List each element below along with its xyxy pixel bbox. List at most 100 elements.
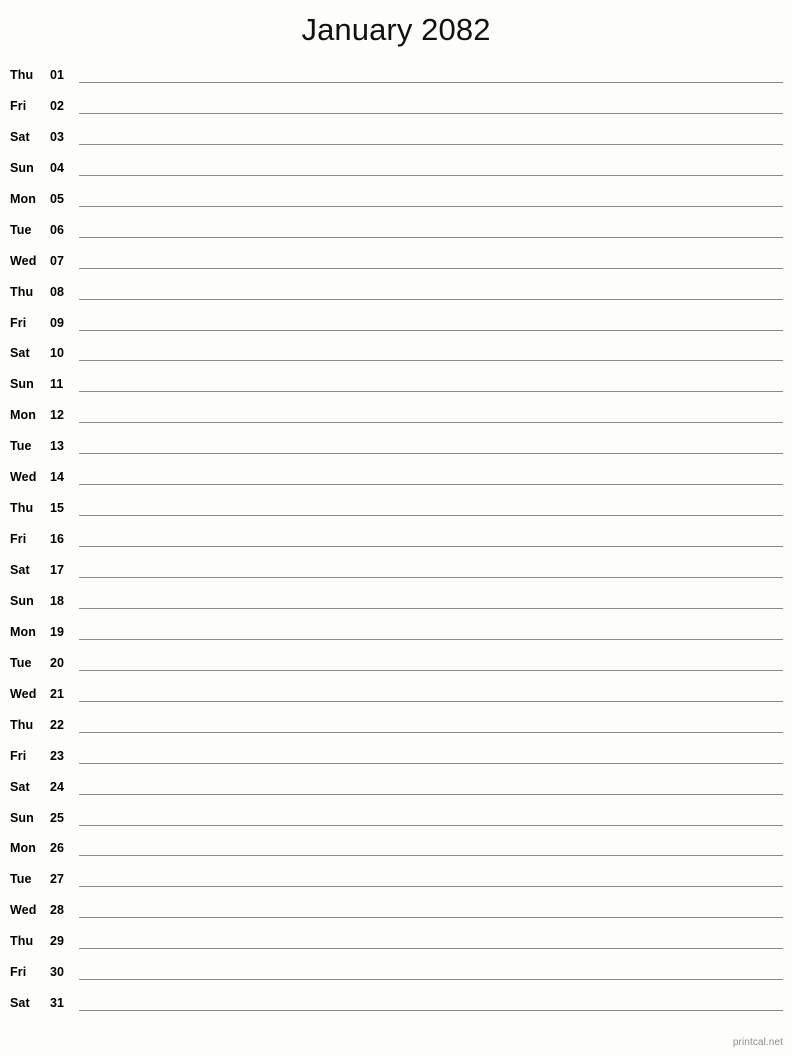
note-write-line[interactable] bbox=[79, 886, 783, 888]
day-number-label: 28 bbox=[50, 903, 65, 918]
note-write-line[interactable] bbox=[79, 205, 783, 207]
day-number-label: 03 bbox=[50, 129, 65, 144]
day-of-week-label: Sun bbox=[10, 593, 34, 608]
day-row: Mon 26 bbox=[0, 835, 792, 866]
day-row: Sat 24 bbox=[0, 774, 792, 805]
note-write-line[interactable] bbox=[79, 391, 783, 393]
day-number-label: 22 bbox=[50, 717, 65, 732]
day-row: Fri 23 bbox=[0, 743, 792, 774]
day-number-label: 30 bbox=[50, 965, 65, 980]
note-write-line[interactable] bbox=[79, 577, 783, 578]
day-of-week-label: Thu bbox=[10, 501, 34, 516]
note-write-line[interactable] bbox=[79, 422, 783, 424]
note-write-line[interactable] bbox=[79, 669, 783, 671]
day-number-label: 19 bbox=[50, 624, 65, 639]
day-of-week-label: Sat bbox=[10, 129, 30, 144]
note-write-line[interactable] bbox=[79, 298, 783, 300]
day-row: Tue 06 bbox=[0, 217, 792, 248]
day-of-week-label: Sat bbox=[10, 346, 30, 361]
note-write-line[interactable] bbox=[79, 979, 783, 981]
note-write-line[interactable] bbox=[79, 360, 783, 362]
day-row: Fri 16 bbox=[0, 526, 792, 557]
day-number-label: 13 bbox=[50, 439, 65, 454]
day-number-label: 10 bbox=[50, 346, 65, 361]
footer-attribution: printcal.net bbox=[732, 1037, 783, 1048]
day-row: Sat 03 bbox=[0, 124, 792, 155]
note-write-line[interactable] bbox=[79, 453, 783, 455]
day-number-label: 16 bbox=[50, 532, 65, 547]
note-write-line[interactable] bbox=[79, 515, 783, 517]
note-write-line[interactable] bbox=[79, 143, 783, 145]
note-write-line[interactable] bbox=[79, 793, 783, 795]
day-number-label: 12 bbox=[50, 408, 65, 423]
day-of-week-label: Tue bbox=[10, 655, 32, 670]
day-number-label: 09 bbox=[50, 315, 65, 330]
day-number-label: 31 bbox=[50, 996, 65, 1011]
day-row: Thu 29 bbox=[0, 928, 792, 959]
day-row: Sun 11 bbox=[0, 371, 792, 402]
day-row: Wed 14 bbox=[0, 464, 792, 495]
note-write-line[interactable] bbox=[79, 948, 783, 950]
day-row: Sat 17 bbox=[0, 557, 792, 588]
day-row: Tue 27 bbox=[0, 866, 792, 897]
note-write-line[interactable] bbox=[79, 731, 783, 733]
calendar-page: January 2082 Thu 01 Fri 02 Sat 03 Sun 04 Mon 05 Tu… bbox=[0, 0, 792, 1056]
day-of-week-label: Sat bbox=[10, 563, 30, 577]
note-write-line[interactable] bbox=[79, 607, 783, 609]
day-of-week-label: Fri bbox=[10, 532, 27, 547]
day-number-label: 24 bbox=[50, 779, 65, 794]
day-of-week-label: Mon bbox=[10, 408, 36, 423]
note-write-line[interactable] bbox=[79, 855, 783, 857]
day-row: Thu 22 bbox=[0, 712, 792, 743]
note-write-line[interactable] bbox=[79, 638, 783, 640]
note-write-line[interactable] bbox=[79, 917, 783, 919]
day-row: Tue 20 bbox=[0, 650, 792, 681]
day-number-label: 08 bbox=[50, 284, 65, 299]
day-number-label: 21 bbox=[50, 686, 65, 701]
note-write-line[interactable] bbox=[79, 112, 783, 114]
day-row: Mon 19 bbox=[0, 619, 792, 650]
day-row: Tue 13 bbox=[0, 433, 792, 464]
note-write-line[interactable] bbox=[79, 329, 783, 331]
day-of-week-label: Wed bbox=[10, 686, 37, 701]
day-row: Sun 25 bbox=[0, 805, 792, 836]
day-number-label: 23 bbox=[50, 748, 65, 763]
note-write-line[interactable] bbox=[79, 174, 783, 176]
day-number-label: 15 bbox=[50, 501, 65, 516]
day-row: Fri 02 bbox=[0, 93, 792, 124]
day-row: Sat 10 bbox=[0, 340, 792, 371]
day-rows-list: Thu 01 Fri 02 Sat 03 Sun 04 Mon 05 Tue 06 Wed 07 Thu 08… bbox=[0, 62, 792, 1021]
day-number-label: 05 bbox=[50, 191, 65, 206]
day-of-week-label: Tue bbox=[10, 222, 32, 237]
day-number-label: 07 bbox=[50, 253, 65, 268]
day-number-label: 11 bbox=[50, 377, 64, 392]
note-write-line[interactable] bbox=[79, 1010, 783, 1012]
day-number-label: 25 bbox=[50, 810, 65, 825]
day-row: Sat 31 bbox=[0, 990, 792, 1021]
note-write-line[interactable] bbox=[79, 546, 783, 548]
note-write-line[interactable] bbox=[79, 762, 783, 764]
note-write-line[interactable] bbox=[79, 267, 783, 269]
day-of-week-label: Mon bbox=[10, 841, 36, 856]
day-number-label: 29 bbox=[50, 934, 65, 949]
day-of-week-label: Wed bbox=[10, 253, 37, 268]
day-of-week-label: Sat bbox=[10, 779, 30, 794]
note-write-line[interactable] bbox=[79, 700, 783, 702]
day-of-week-label: Mon bbox=[10, 624, 36, 639]
note-write-line[interactable] bbox=[79, 484, 783, 486]
day-of-week-label: Thu bbox=[10, 717, 34, 732]
day-of-week-label: Fri bbox=[10, 98, 27, 113]
note-write-line[interactable] bbox=[79, 82, 783, 83]
day-row: Sun 18 bbox=[0, 588, 792, 619]
day-number-label: 17 bbox=[50, 563, 65, 577]
note-write-line[interactable] bbox=[79, 824, 783, 826]
day-row: Wed 28 bbox=[0, 897, 792, 928]
page-title: January 2082 bbox=[301, 12, 491, 47]
day-number-label: 18 bbox=[50, 593, 65, 608]
day-of-week-label: Fri bbox=[10, 748, 27, 763]
day-number-label: 02 bbox=[50, 98, 65, 113]
day-row: Mon 12 bbox=[0, 402, 792, 433]
day-of-week-label: Tue bbox=[10, 439, 32, 454]
day-of-week-label: Sun bbox=[10, 377, 34, 392]
note-write-line[interactable] bbox=[79, 236, 783, 238]
